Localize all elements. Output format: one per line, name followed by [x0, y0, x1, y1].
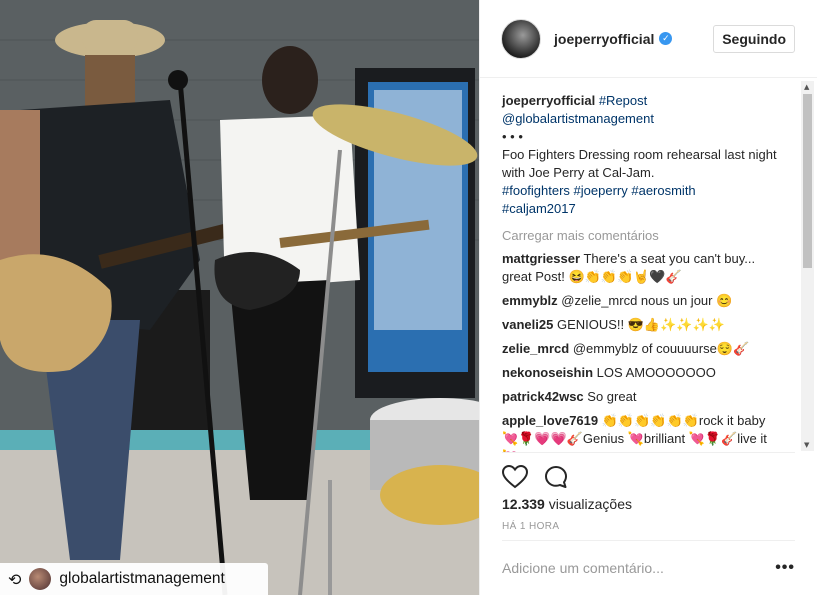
following-button[interactable]: Seguindo: [713, 24, 795, 53]
view-count-label: visualizações: [548, 496, 632, 512]
comment-username[interactable]: emmyblz: [502, 293, 558, 308]
comment-text: @emmyblz of couuuurse😌🎸: [572, 341, 750, 356]
repost-icon: ⟲: [8, 569, 22, 589]
scroll-down-icon[interactable]: ▼: [804, 441, 809, 449]
comment-username[interactable]: patrick42wsc: [502, 389, 584, 404]
caption-text: Foo Fighters Dressing room rehearsal las…: [502, 147, 777, 180]
comment-item: nekonoseishin LOS AMOOOOOOO: [502, 364, 782, 382]
caption-username[interactable]: joeperryofficial: [502, 93, 595, 108]
comment-text: So great: [587, 389, 637, 404]
comment-item: patrick42wsc So great: [502, 388, 782, 406]
scroll-up-icon[interactable]: ▲: [804, 83, 809, 91]
comment-button[interactable]: [544, 465, 568, 489]
comment-item: emmyblz @zelie_mrcd nous un jour 😊: [502, 292, 782, 310]
repost-avatar: [29, 568, 52, 590]
comment-username[interactable]: vaneli25: [502, 317, 553, 332]
post-caption: joeperryofficial #Repost @globalartistma…: [502, 92, 782, 218]
caption-dots: • • •: [502, 129, 523, 144]
post-side-panel: joeperryofficial ✓ Seguindo joeperryoffi…: [479, 0, 817, 595]
comment-input[interactable]: Adicione um comentário...: [502, 560, 664, 576]
more-options-icon[interactable]: •••: [775, 559, 795, 577]
comment-username[interactable]: mattgriesser: [502, 251, 580, 266]
comment-username[interactable]: nekonoseishin: [502, 365, 593, 380]
rehearsal-scene: [0, 0, 479, 595]
post-header: joeperryofficial ✓ Seguindo: [480, 0, 817, 78]
hashtag-caljam[interactable]: #caljam2017: [502, 201, 576, 216]
comment-item: vaneli25 GENIOUS!! 😎👍✨✨✨✨: [502, 316, 782, 334]
comment-text: LOS AMOOOOOOO: [596, 365, 716, 380]
comment-text: GENIOUS!! 😎👍✨✨✨✨: [556, 317, 725, 332]
mention-link[interactable]: @globalartistmanagement: [502, 111, 654, 126]
like-button[interactable]: [502, 464, 528, 489]
comment-item: apple_love7619 👏👏👏👏👏👏rock it baby 💘🌹💗💗🎸G…: [502, 412, 782, 452]
verified-badge-icon: ✓: [659, 32, 673, 45]
comment-username[interactable]: zelie_mrcd: [502, 341, 569, 356]
comment-item: zelie_mrcd @emmyblz of couuuurse😌🎸: [502, 340, 782, 358]
heart-icon: [502, 464, 528, 488]
repost-hashtag[interactable]: #Repost: [599, 93, 647, 108]
post-timestamp[interactable]: HÁ 1 HORA: [502, 521, 560, 532]
comment-username[interactable]: apple_love7619: [502, 413, 598, 428]
comments-list[interactable]: joeperryofficial #Repost @globalartistma…: [480, 78, 810, 452]
scrollbar-thumb[interactable]: [803, 94, 812, 268]
add-comment-area: Adicione um comentário... •••: [502, 540, 795, 595]
repost-username: globalartistmanagement: [59, 570, 225, 587]
comment-item: mattgriesser There's a seat you can't bu…: [502, 250, 782, 286]
comment-text: @zelie_mrcd nous un jour 😊: [561, 293, 733, 308]
load-more-comments[interactable]: Carregar mais comentários: [502, 227, 810, 245]
comment-bubble-icon: [545, 465, 567, 488]
comments-scrollbar[interactable]: ▲ ▼: [801, 81, 814, 451]
view-count-number: 12.339: [502, 496, 545, 512]
avatar[interactable]: [501, 18, 541, 59]
post-modal: ⟲ globalartistmanagement joeperryofficia…: [0, 0, 817, 595]
post-video[interactable]: ⟲ globalartistmanagement: [0, 0, 479, 595]
repost-badge[interactable]: ⟲ globalartistmanagement: [0, 563, 268, 595]
header-username[interactable]: joeperryofficial: [554, 31, 654, 47]
view-count: 12.339 visualizações: [502, 496, 632, 512]
hashtags[interactable]: #foofighters #joeperry #aerosmith: [502, 183, 696, 198]
action-bar: [502, 452, 795, 500]
